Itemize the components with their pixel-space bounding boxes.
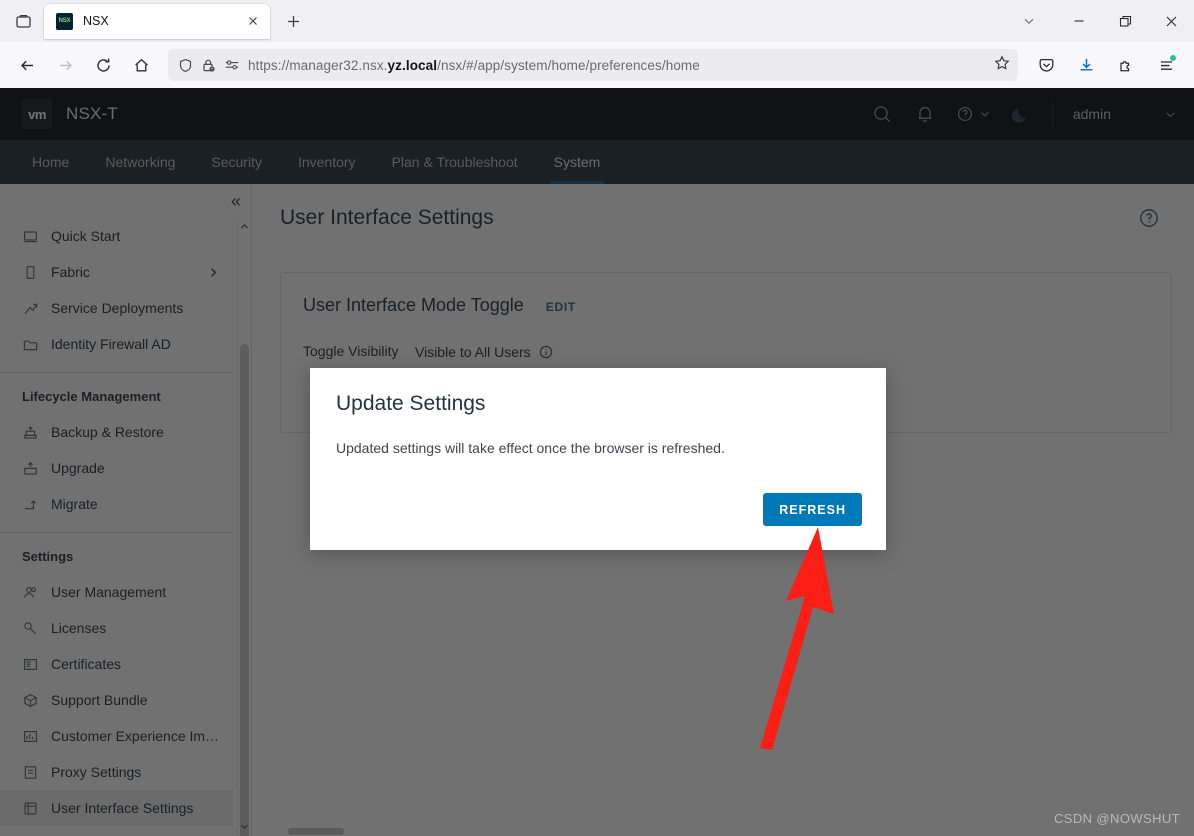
lock-warning-icon[interactable]	[201, 58, 216, 73]
watermark: CSDN @NOWSHUT	[1053, 811, 1180, 826]
app-menu-icon[interactable]	[1149, 48, 1183, 82]
browser-tab-strip: NSX NSX	[0, 0, 1194, 42]
menu-update-badge	[1170, 55, 1176, 61]
new-tab-icon[interactable]	[276, 4, 310, 38]
dialog-footer: REFRESH	[763, 493, 862, 526]
close-tab-icon[interactable]	[242, 10, 264, 32]
browser-toolbar-right	[1026, 48, 1186, 82]
screenshot-root: NSX NSX https://manager32.nsx.yz.local/n…	[0, 0, 1194, 836]
tab-title: NSX	[83, 14, 109, 28]
reload-icon[interactable]	[86, 48, 120, 82]
browser-nav-bar: https://manager32.nsx.yz.local/nsx/#/app…	[0, 42, 1194, 88]
pocket-icon[interactable]	[1029, 48, 1063, 82]
bookmark-star-icon[interactable]	[994, 54, 1010, 76]
url-emphasis: yz.local	[387, 57, 438, 73]
forward-icon	[48, 48, 82, 82]
refresh-button[interactable]: REFRESH	[763, 493, 862, 526]
url-text: https://manager32.nsx.yz.local/nsx/#/app…	[248, 58, 988, 73]
tab-favicon-icon: NSX	[56, 12, 73, 30]
shield-icon[interactable]	[178, 58, 193, 73]
url-suffix: /nsx/#/app/system/home/preferences/home	[437, 57, 700, 73]
url-bar[interactable]: https://manager32.nsx.yz.local/nsx/#/app…	[168, 49, 1018, 81]
back-icon[interactable]	[10, 48, 44, 82]
minimize-icon[interactable]	[1056, 0, 1102, 42]
url-prefix: https://manager32.nsx.	[248, 57, 388, 73]
close-window-icon[interactable]	[1148, 0, 1194, 42]
dialog-message: Updated settings will take effect once t…	[336, 440, 725, 456]
downloads-icon[interactable]	[1069, 48, 1103, 82]
list-all-tabs-icon[interactable]	[6, 4, 40, 38]
dialog-title: Update Settings	[336, 392, 486, 415]
restore-icon[interactable]	[1102, 0, 1148, 42]
window-controls	[1002, 0, 1194, 42]
browser-tab[interactable]: NSX NSX	[44, 3, 270, 39]
extensions-icon[interactable]	[1109, 48, 1143, 82]
update-settings-dialog: Update Settings Updated settings will ta…	[310, 368, 886, 550]
chevron-down-icon[interactable]	[1002, 0, 1056, 42]
home-icon[interactable]	[124, 48, 158, 82]
permissions-icon[interactable]	[224, 57, 240, 73]
